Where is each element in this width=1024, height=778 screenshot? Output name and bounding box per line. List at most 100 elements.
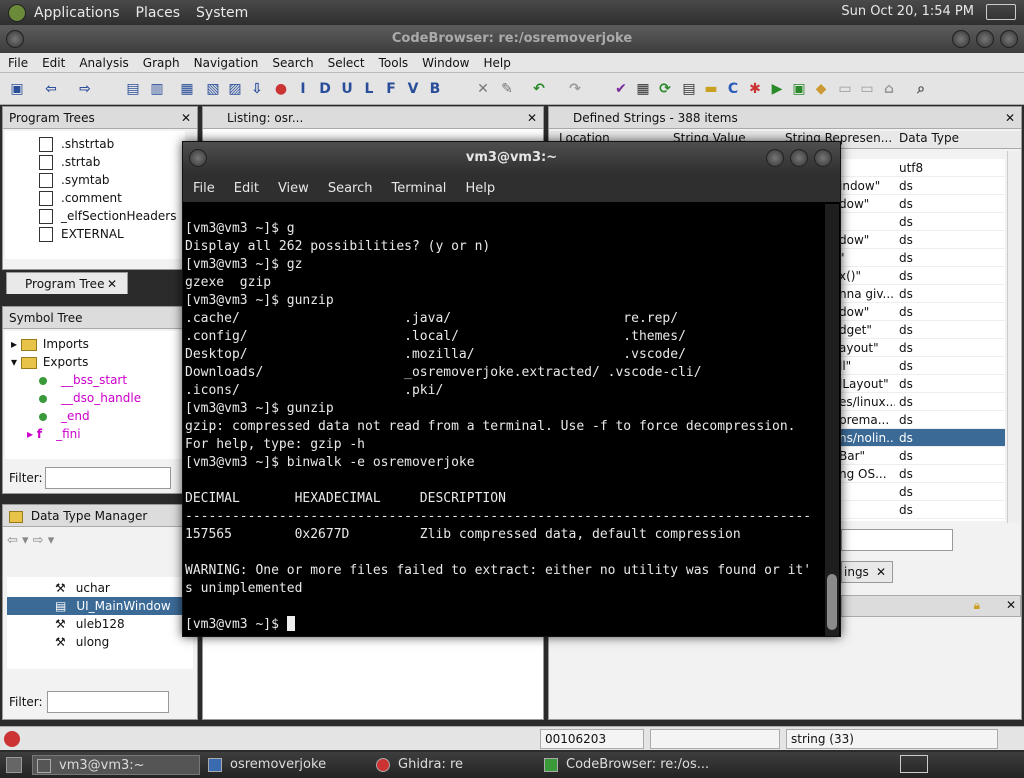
decompile-icon[interactable]: C [724, 80, 742, 98]
minimize-icon[interactable] [766, 149, 784, 167]
task-osremoverjoke[interactable]: osremoverjoke [204, 755, 368, 775]
error-icon[interactable] [4, 731, 20, 747]
undefined-icon[interactable]: U [338, 80, 356, 98]
list-item[interactable]: ⚒ ulong [7, 633, 193, 651]
table-row[interactable]: indow" ds [839, 177, 1005, 195]
close-icon[interactable] [1000, 30, 1018, 48]
close-icon[interactable] [814, 149, 832, 167]
down-arrow-icon[interactable]: ⇩ [248, 80, 266, 98]
symbol-filter-input[interactable] [45, 467, 171, 489]
menu-edit[interactable]: Edit [34, 56, 71, 70]
diamond-icon[interactable]: ◆ [812, 80, 830, 98]
dtm-nav-icons[interactable]: ⇦ ▾ ⇨ ▾ [7, 533, 54, 548]
lock-icon[interactable]: 🔒︎ [974, 598, 980, 613]
system-menu[interactable]: System [188, 5, 256, 21]
nav3-icon[interactable]: ▦ [178, 80, 196, 98]
table-row[interactable]: dget" ds [839, 321, 1005, 339]
tree-node-imports[interactable]: ▸ Imports [5, 335, 185, 353]
dtm-filter-input[interactable] [47, 691, 169, 713]
table-row[interactable]: dow" ds [839, 303, 1005, 321]
search-icon[interactable]: ⌕ [912, 80, 930, 98]
tree-node-exports[interactable]: ▾ Exports [5, 353, 185, 371]
panel2-icon[interactable]: ▭ [858, 80, 876, 98]
list-item[interactable]: .shstrtab [39, 135, 185, 153]
table-row[interactable]: es/linux... ds [839, 393, 1005, 411]
tab-program-tree[interactable]: Program Tree ✕ [6, 272, 128, 294]
list-item[interactable]: ▤ UI_MainWindow [7, 597, 193, 615]
close-panel-icon[interactable]: ✕ [1005, 107, 1015, 129]
scrollbar-thumb[interactable] [827, 574, 837, 630]
maximize-icon[interactable] [790, 149, 808, 167]
script-icon[interactable]: ▣ [790, 80, 808, 98]
maximize-icon[interactable] [976, 30, 994, 48]
list-item[interactable]: .comment [39, 189, 185, 207]
menu-file[interactable]: File [0, 56, 34, 70]
table-row[interactable]: Bar" ds [839, 447, 1005, 465]
strings-scrollbar[interactable] [1007, 151, 1021, 523]
label-icon[interactable]: L [360, 80, 378, 98]
variable-icon[interactable]: V [404, 80, 422, 98]
list-item[interactable]: .symtab [39, 171, 185, 189]
workspace-switcher[interactable] [900, 755, 928, 773]
panel-icon[interactable]: ▭ [836, 80, 854, 98]
bookmark-icon[interactable]: B [426, 80, 444, 98]
task-ghidra[interactable]: Ghidra: re [372, 755, 536, 775]
menu-analysis[interactable]: Analysis [71, 56, 134, 70]
list-item[interactable]: EXTERNAL [39, 225, 185, 243]
table-row[interactable]: ng OS... ds [839, 465, 1005, 483]
close-tab-icon[interactable]: ✕ [876, 562, 886, 582]
term-menu-view[interactable]: View [268, 181, 318, 196]
forward-icon[interactable]: ⇨ [76, 80, 94, 98]
table-row[interactable]: ayout" ds [839, 339, 1005, 357]
terminal-output[interactable]: [vm3@vm3 ~]$ g Display all 262 possibilit… [185, 204, 825, 636]
terminal-prompt-line[interactable]: [vm3@vm3 ~]$ [185, 616, 825, 634]
menu-tools[interactable]: Tools [371, 56, 415, 70]
network-icon[interactable]: ⌂ [880, 80, 898, 98]
nav5-icon[interactable]: ▨ [226, 80, 244, 98]
menu-search[interactable]: Search [264, 56, 319, 70]
save-icon[interactable]: ▣ [8, 80, 26, 98]
data-icon[interactable]: D [316, 80, 334, 98]
applications-menu[interactable]: Applications [26, 5, 128, 21]
nav2-icon[interactable]: ▥ [148, 80, 166, 98]
places-menu[interactable]: Places [128, 5, 189, 21]
close-panel-icon[interactable]: ✕ [527, 107, 537, 129]
gnome-foot-icon[interactable] [8, 3, 26, 22]
instruction-icon[interactable]: I [294, 80, 312, 98]
terminal-scrollbar[interactable] [825, 204, 839, 636]
term-menu-edit[interactable]: Edit [224, 181, 268, 196]
tree-leaf[interactable]: _end [5, 407, 185, 425]
window-menu-icon[interactable] [6, 30, 24, 48]
task-codebrowser[interactable]: CodeBrowser: re:/os... [540, 755, 710, 775]
menu-navigation[interactable]: Navigation [186, 56, 265, 70]
function-icon[interactable]: F [382, 80, 400, 98]
menu-select[interactable]: Select [320, 56, 371, 70]
menu-help[interactable]: Help [476, 56, 517, 70]
clock[interactable]: Sun Oct 20, 1:54 PM [841, 4, 974, 19]
term-menu-help[interactable]: Help [455, 181, 504, 196]
wand-icon[interactable]: ✎ [498, 80, 516, 98]
show-desktop-icon[interactable] [6, 757, 22, 773]
folder-icon[interactable]: ▬ [702, 80, 720, 98]
table-row[interactable]: dow" ds [839, 195, 1005, 213]
table-row[interactable]: ds [839, 501, 1005, 519]
menu-window[interactable]: Window [414, 56, 475, 70]
term-menu-terminal[interactable]: Terminal [381, 181, 455, 196]
close-panel-icon[interactable]: ✕ [1006, 598, 1016, 612]
bytes-icon[interactable]: ▦ [634, 80, 652, 98]
refresh-icon[interactable]: ⟳ [656, 80, 674, 98]
list-item[interactable]: _elfSectionHeaders [39, 207, 185, 225]
undo-icon[interactable]: ↶ [530, 80, 548, 98]
graph-icon[interactable]: ✱ [746, 80, 764, 98]
task-terminal[interactable]: vm3@vm3:~ [32, 755, 200, 775]
close-tab-icon[interactable]: ✕ [107, 273, 117, 295]
term-menu-search[interactable]: Search [318, 181, 382, 196]
strings-filter-input[interactable] [841, 529, 953, 551]
nav-icon[interactable]: ▤ [124, 80, 142, 98]
minimize-icon[interactable] [952, 30, 970, 48]
table-row[interactable]: ll" ds [839, 357, 1005, 375]
table-row[interactable]: " ds [839, 249, 1005, 267]
display-icon[interactable] [986, 4, 1016, 20]
column-header[interactable]: Data Type [899, 131, 959, 145]
memory-icon[interactable]: ▤ [680, 80, 698, 98]
